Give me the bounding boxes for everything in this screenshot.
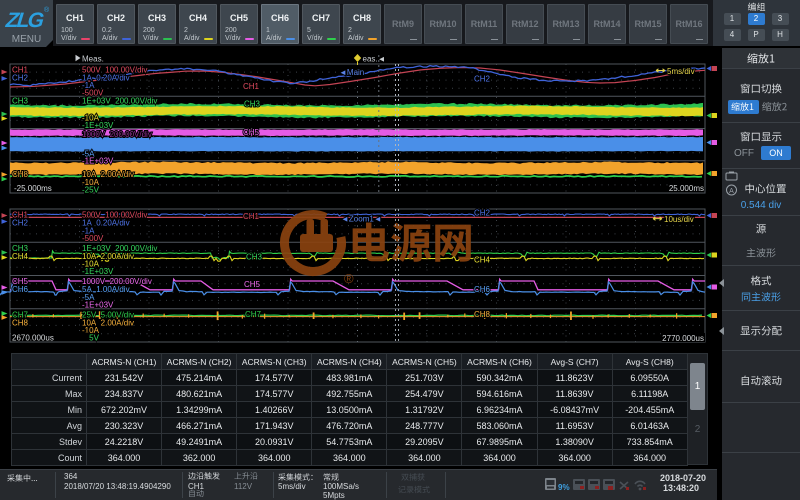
- svg-text:◄Main: ◄Main: [339, 68, 364, 77]
- svg-text:CH5: CH5: [244, 280, 261, 289]
- svg-text:-1E+03V: -1E+03V: [82, 267, 114, 276]
- svg-text:CH8: CH8: [474, 310, 491, 319]
- svg-text:5ms/div: 5ms/div: [667, 67, 695, 76]
- svg-text:CH5: CH5: [243, 128, 260, 137]
- svg-text:CH8: CH8: [12, 318, 29, 327]
- svg-text:CH2: CH2: [474, 75, 491, 84]
- svg-text:-25V: -25V: [82, 186, 100, 195]
- svg-text:eas.◄: eas.◄: [363, 54, 386, 63]
- svg-text:-25.000ms: -25.000ms: [14, 184, 52, 193]
- svg-text:10us/div: 10us/div: [664, 215, 694, 224]
- svg-text:CH2: CH2: [474, 209, 491, 218]
- svg-text:CH1: CH1: [243, 212, 260, 221]
- svg-text:CH7: CH7: [245, 310, 262, 319]
- svg-text:2670.000us: 2670.000us: [12, 333, 54, 342]
- svg-text:CH8: CH8: [12, 170, 29, 179]
- svg-text:CH6: CH6: [12, 285, 29, 294]
- svg-text:-1E+03V: -1E+03V: [82, 121, 114, 130]
- svg-text:CH4: CH4: [474, 256, 491, 265]
- svg-text:CH3: CH3: [12, 97, 29, 106]
- svg-text:◄Zoom1◄: ◄Zoom1◄: [341, 215, 382, 224]
- svg-text:2770.000us: 2770.000us: [662, 334, 704, 343]
- svg-text:-500V: -500V: [82, 234, 104, 243]
- svg-text:CH4: CH4: [12, 252, 29, 261]
- svg-text:CH2: CH2: [12, 73, 29, 82]
- svg-text:CH1: CH1: [243, 82, 260, 91]
- svg-text:-1E+03V: -1E+03V: [82, 300, 114, 309]
- svg-text:CH2: CH2: [12, 219, 29, 228]
- svg-text:CH3: CH3: [244, 100, 261, 109]
- svg-text:Meas.: Meas.: [82, 54, 104, 63]
- svg-text:CH3: CH3: [246, 253, 263, 262]
- svg-text:-1E+03V: -1E+03V: [82, 157, 114, 166]
- svg-text:1E+03V 200.00V/div: 1E+03V 200.00V/div: [82, 97, 157, 106]
- svg-text:®: ®: [344, 271, 354, 286]
- svg-text:1000V 200.00V/div: 1000V 200.00V/div: [82, 130, 152, 139]
- svg-text:25.000ms: 25.000ms: [669, 184, 704, 193]
- svg-text:CH6: CH6: [474, 285, 491, 294]
- svg-text:9%: 9%: [558, 483, 570, 492]
